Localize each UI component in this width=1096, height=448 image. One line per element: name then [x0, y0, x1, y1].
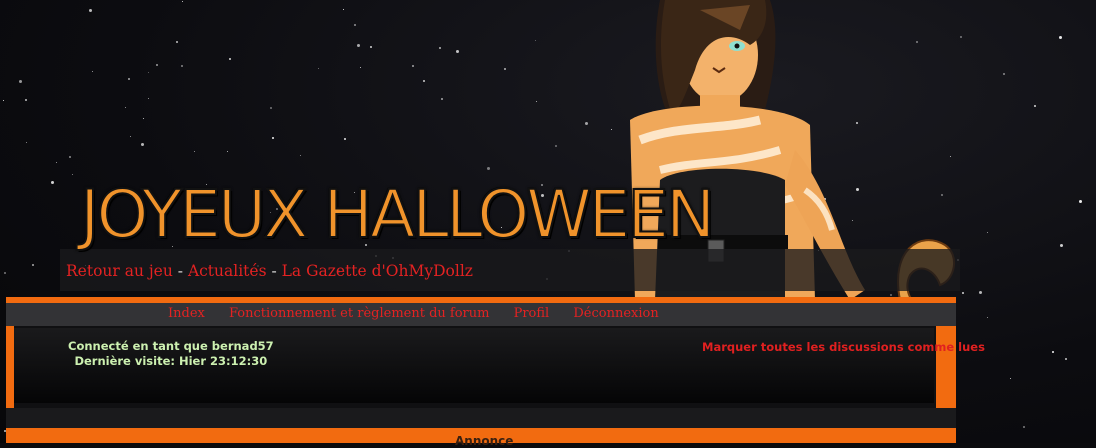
star: [176, 41, 178, 43]
star: [441, 98, 443, 100]
star: [487, 167, 490, 170]
star: [555, 145, 557, 147]
star: [1079, 200, 1082, 203]
connected-as-text: Connecté en tant que bernad57: [68, 339, 274, 353]
link-separator: -: [266, 262, 282, 280]
star: [181, 65, 183, 67]
star: [1065, 358, 1067, 360]
nav-item-deconnexion[interactable]: Déconnexion: [573, 306, 658, 321]
star: [19, 80, 22, 83]
star: [504, 68, 506, 70]
star: [439, 47, 441, 49]
banner-links: Retour au jeu - Actualités - La Gazette …: [66, 262, 473, 280]
star: [156, 64, 158, 66]
star: [535, 40, 537, 42]
nav-item-profil[interactable]: Profil: [514, 306, 550, 321]
star: [354, 24, 356, 26]
star: [370, 46, 372, 48]
last-visit-text: Dernière visite: Hier 23:12:30: [74, 354, 268, 368]
star: [1059, 36, 1062, 39]
nav-item-index[interactable]: Index: [168, 306, 205, 321]
star: [343, 9, 345, 11]
star: [72, 174, 74, 176]
star: [1052, 351, 1054, 353]
star: [25, 99, 27, 101]
star: [423, 80, 425, 82]
star: [412, 65, 414, 67]
link-actualites[interactable]: Actualités: [188, 262, 267, 280]
star: [92, 71, 94, 73]
star: [960, 36, 962, 38]
star: [128, 78, 130, 80]
mark-all-read-link[interactable]: Marquer toutes les discussions comme lue…: [702, 340, 985, 354]
star: [585, 122, 588, 125]
star: [987, 317, 989, 319]
star: [227, 151, 229, 153]
star: [182, 1, 184, 3]
star: [979, 291, 982, 294]
star: [300, 155, 302, 157]
banner-title: JOYEUX HALLOWEEN: [79, 176, 716, 253]
star: [1060, 244, 1063, 247]
star: [456, 50, 459, 53]
nav-item-reglement[interactable]: Fonctionnement et règlement du forum: [229, 306, 489, 321]
star: [360, 67, 362, 69]
star: [1010, 378, 1012, 380]
star: [272, 137, 274, 139]
forum-nav-menu: Index Fonctionnement et règlement du for…: [168, 306, 679, 321]
star: [357, 44, 360, 47]
star: [1023, 426, 1025, 428]
star: [141, 143, 144, 146]
star: [987, 232, 989, 234]
star: [143, 118, 145, 120]
link-gazette[interactable]: La Gazette d'OhMyDollz: [282, 262, 473, 280]
star: [130, 136, 132, 138]
star: [69, 156, 71, 158]
star: [1034, 105, 1036, 107]
star: [4, 272, 6, 274]
star: [3, 100, 5, 102]
star: [56, 162, 58, 164]
star: [194, 151, 196, 153]
star: [344, 138, 346, 140]
panel-spacer: [6, 408, 956, 428]
star: [148, 72, 150, 74]
star: [26, 142, 28, 144]
announcement-title: Annonce: [455, 434, 514, 448]
star: [229, 58, 231, 60]
star: [32, 264, 34, 266]
link-retour-au-jeu[interactable]: Retour au jeu: [66, 262, 173, 280]
star: [1003, 73, 1005, 75]
star: [270, 107, 272, 109]
star: [962, 292, 964, 294]
user-session-info: Connecté en tant que bernad57 Dernière v…: [68, 339, 274, 369]
star: [318, 68, 320, 70]
link-separator: -: [172, 262, 188, 280]
star: [536, 101, 538, 103]
star: [51, 181, 54, 184]
star: [148, 98, 150, 100]
star: [89, 9, 92, 12]
star: [125, 107, 127, 109]
